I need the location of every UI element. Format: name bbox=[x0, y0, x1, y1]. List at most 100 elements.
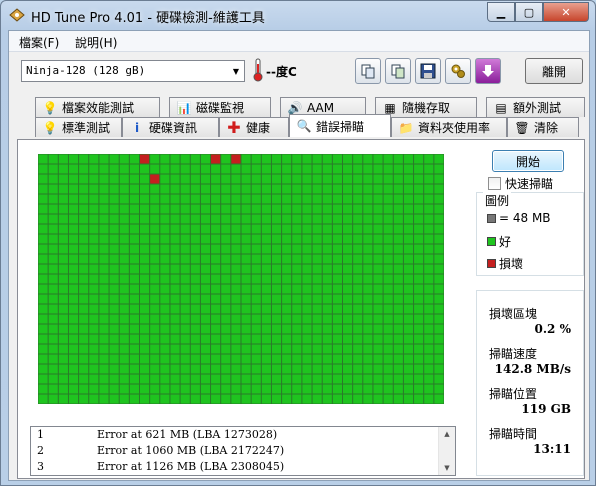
tab-disk-monitor[interactable]: 📊 磁碟監視 bbox=[169, 97, 271, 117]
good-block bbox=[271, 354, 282, 364]
exit-button[interactable]: 離開 bbox=[525, 58, 583, 84]
good-block bbox=[332, 344, 342, 354]
good-block bbox=[89, 294, 99, 304]
close-button[interactable]: ✕ bbox=[543, 2, 589, 22]
good-block bbox=[302, 294, 312, 304]
good-block bbox=[109, 374, 119, 384]
minimize-button[interactable]: ▁ bbox=[487, 2, 515, 22]
menu-help[interactable]: 說明(H) bbox=[75, 34, 117, 51]
scroll-down-icon[interactable]: ▼ bbox=[439, 461, 455, 475]
drive-select[interactable]: Ninja-128 (128 gB) ▼ bbox=[21, 60, 245, 82]
tab-health[interactable]: ✚ 健康 bbox=[219, 117, 289, 137]
good-block bbox=[251, 264, 261, 274]
good-block bbox=[292, 364, 302, 374]
good-block bbox=[383, 194, 393, 204]
good-block bbox=[211, 224, 221, 234]
tab-erase[interactable]: 🗑 清除 bbox=[507, 117, 579, 137]
good-block bbox=[424, 294, 434, 304]
error-list[interactable]: 1 Error at 621 MB (LBA 1273028) 2 Error … bbox=[30, 426, 456, 476]
good-block bbox=[119, 344, 129, 354]
good-block bbox=[302, 364, 312, 374]
good-block bbox=[129, 294, 139, 304]
good-block bbox=[221, 364, 231, 374]
good-block bbox=[38, 264, 48, 274]
good-block bbox=[393, 214, 403, 224]
title-bar[interactable]: HD Tune Pro 4.01 - 硬碟檢測-維護工具 ▁ ▢ ✕ bbox=[1, 1, 595, 29]
good-block bbox=[424, 154, 434, 164]
good-block bbox=[363, 154, 373, 164]
save-button[interactable] bbox=[415, 58, 441, 84]
list-item[interactable]: 1 Error at 621 MB (LBA 1273028) bbox=[31, 428, 437, 444]
good-block bbox=[302, 344, 312, 354]
good-block bbox=[150, 264, 160, 274]
good-block bbox=[79, 204, 89, 214]
good-block bbox=[58, 394, 68, 404]
good-block bbox=[150, 224, 160, 234]
tab-info[interactable]: i 硬碟資訊 bbox=[122, 117, 219, 137]
good-block bbox=[150, 314, 160, 324]
good-block bbox=[383, 234, 393, 244]
good-block bbox=[38, 194, 48, 204]
list-scrollbar[interactable]: ▲ ▼ bbox=[438, 427, 455, 475]
good-block bbox=[373, 394, 383, 404]
good-block bbox=[373, 264, 383, 274]
good-block bbox=[221, 184, 231, 194]
good-block bbox=[48, 364, 58, 374]
good-block bbox=[48, 264, 58, 274]
download-button[interactable] bbox=[475, 58, 501, 84]
app-window: HD Tune Pro 4.01 - 硬碟檢測-維護工具 ▁ ▢ ✕ 檔案(F)… bbox=[0, 0, 596, 486]
tab-file-benchmark[interactable]: 💡 檔案效能測試 bbox=[35, 97, 160, 117]
good-block bbox=[150, 394, 160, 404]
good-block bbox=[38, 154, 48, 164]
good-block bbox=[79, 394, 89, 404]
good-block bbox=[190, 164, 200, 174]
good-block bbox=[424, 364, 434, 374]
start-button[interactable]: 開始 bbox=[492, 150, 564, 172]
good-block bbox=[68, 194, 79, 204]
tab-extra-tests[interactable]: ▤ 額外測試 bbox=[486, 97, 585, 117]
good-block bbox=[373, 314, 383, 324]
time-value: 13:11 bbox=[533, 442, 571, 456]
good-block bbox=[292, 344, 302, 354]
copy-all-button[interactable] bbox=[385, 58, 411, 84]
good-block bbox=[109, 184, 119, 194]
good-block bbox=[140, 364, 150, 374]
good-block bbox=[221, 344, 231, 354]
options-button[interactable] bbox=[445, 58, 471, 84]
good-block bbox=[48, 384, 58, 394]
good-block bbox=[302, 284, 312, 294]
good-block bbox=[434, 384, 444, 394]
good-block bbox=[414, 154, 424, 164]
tab-benchmark[interactable]: 💡 標準測試 bbox=[35, 117, 122, 137]
good-block bbox=[373, 154, 383, 164]
good-block bbox=[211, 254, 221, 264]
scroll-up-icon[interactable]: ▲ bbox=[439, 427, 455, 441]
copy-info-button[interactable] bbox=[355, 58, 381, 84]
good-block bbox=[292, 254, 302, 264]
good-block bbox=[68, 364, 79, 374]
good-block bbox=[231, 244, 241, 254]
good-block bbox=[414, 334, 424, 344]
good-block bbox=[119, 364, 129, 374]
good-block bbox=[221, 154, 231, 164]
menu-file[interactable]: 檔案(F) bbox=[19, 34, 59, 51]
good-block bbox=[119, 234, 129, 244]
good-block bbox=[261, 254, 271, 264]
good-block bbox=[99, 264, 109, 274]
good-block bbox=[403, 384, 414, 394]
good-block bbox=[190, 254, 200, 264]
tab-folder-usage[interactable]: 📁 資料夾使用率 bbox=[391, 117, 507, 137]
list-item[interactable]: 3 Error at 1126 MB (LBA 2308045) bbox=[31, 460, 437, 475]
list-item[interactable]: 2 Error at 1060 MB (LBA 2172247) bbox=[31, 444, 437, 460]
maximize-button[interactable]: ▢ bbox=[515, 2, 543, 22]
good-block bbox=[231, 364, 241, 374]
checkbox-box[interactable] bbox=[488, 177, 501, 190]
good-block bbox=[48, 324, 58, 334]
good-block bbox=[200, 164, 211, 174]
tab-error-scan[interactable]: 🔍 錯誤掃瞄 bbox=[289, 114, 391, 137]
good-block bbox=[251, 334, 261, 344]
good-block bbox=[383, 264, 393, 274]
good-block bbox=[150, 374, 160, 384]
good-block bbox=[343, 364, 353, 374]
quick-scan-checkbox[interactable]: 快速掃瞄 bbox=[488, 175, 553, 192]
